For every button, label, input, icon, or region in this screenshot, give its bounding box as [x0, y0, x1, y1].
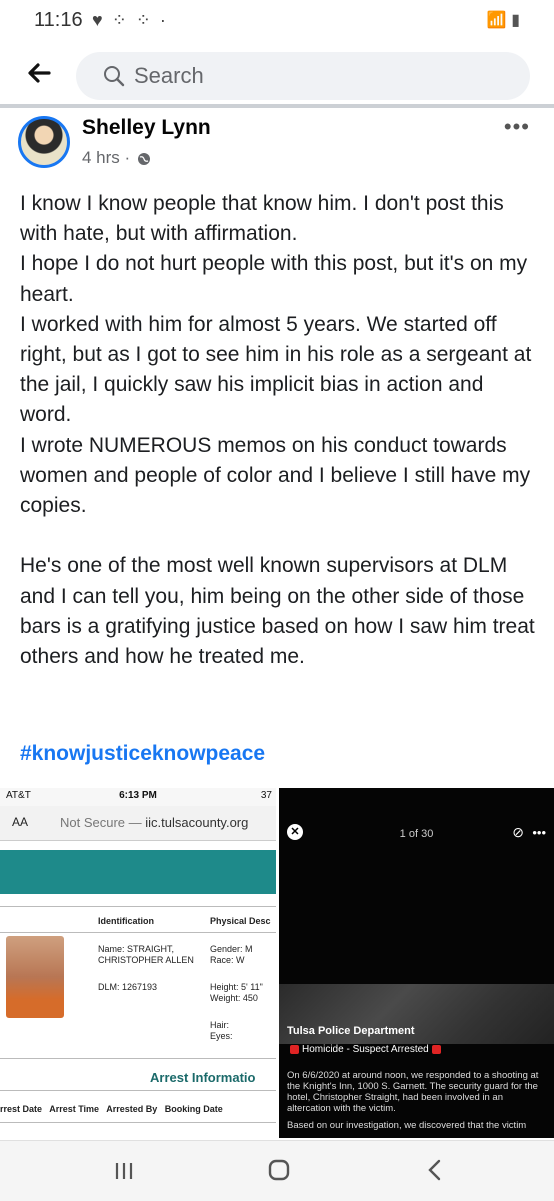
embedded-aa: AA: [12, 815, 29, 829]
police-title: Tulsa Police Department: [287, 1025, 415, 1037]
search-input[interactable]: Search: [76, 52, 530, 100]
inmate-name: Name: STRAIGHT, CHRISTOPHER ALLEN: [98, 944, 194, 965]
back-arrow-icon[interactable]: [24, 58, 54, 88]
arrest-table-headers: rrest Date Arrest Time Arrested By Booki…: [0, 1104, 223, 1114]
post-time: 4 hrs: [82, 148, 120, 167]
home-icon[interactable]: [266, 1157, 292, 1183]
post-image-police-post[interactable]: ✕ 1 of 30 ⊘ ••• Tulsa Police Department …: [279, 788, 554, 1138]
post-paragraph: I wrote NUMEROUS memos on his conduct to…: [20, 433, 531, 518]
not-secure-label: Not Secure —: [60, 815, 142, 830]
search-icon: [104, 66, 125, 87]
table-divider: [0, 932, 276, 933]
url-text: iic.tulsacounty.org: [145, 815, 249, 830]
siren-icon: [431, 1044, 441, 1054]
siren-icon: [290, 1044, 299, 1054]
police-subtitle: Homicide - Suspect Arrested: [287, 1044, 444, 1055]
table-divider: [0, 1122, 276, 1123]
subtitle-text: Homicide - Suspect Arrested: [302, 1044, 429, 1055]
col-physical: Physical Desc: [210, 916, 271, 926]
search-placeholder: Search: [134, 63, 204, 88]
embedded-time: 6:13 PM: [119, 790, 157, 801]
back-icon[interactable]: [422, 1157, 448, 1183]
table-divider: [0, 1090, 276, 1091]
hashtag-link[interactable]: #knowjusticeknowpeace: [20, 742, 265, 766]
inmate-height-weight: Height: 5' 11" Weight: 450: [210, 982, 263, 1003]
post-paragraph: I know I know people that know him. I do…: [20, 192, 504, 246]
inmate-dlm: DLM: 1267193: [98, 982, 158, 992]
embedded-teal-banner: [0, 850, 276, 894]
status-time: 11:16: [34, 9, 83, 31]
globe-icon: [137, 152, 150, 165]
notification-icons: ♥ ⁘ ⁘ ·: [92, 10, 168, 30]
tag-icon: ⊘: [512, 824, 524, 840]
police-body-continued: Based on our investigation, we discovere…: [287, 1120, 527, 1131]
embedded-url: Not Secure — iic.tulsacounty.org: [60, 815, 248, 830]
status-bar: 11:16 ♥ ⁘ ⁘ · 📶 ▮: [0, 0, 554, 44]
table-divider: [0, 906, 276, 907]
embedded-url-bar: AA Not Secure — iic.tulsacounty.org: [0, 806, 276, 841]
arrest-information-heading: Arrest Informatio: [150, 1070, 256, 1085]
table-divider: [0, 1058, 276, 1059]
more-options-icon[interactable]: •••: [504, 114, 530, 140]
mugshot-photo: [6, 936, 64, 1018]
inmate-gender-race: Gender: M Race: W: [210, 944, 253, 965]
post-paragraph: He's one of the most well known supervis…: [20, 554, 535, 669]
post-image-jail-record[interactable]: AT&T 6:13 PM 37 AA Not Secure — iic.tuls…: [0, 788, 276, 1138]
post-header: Shelley Lynn 4 hrs · •••: [0, 108, 554, 176]
post-paragraph: I worked with him for almost 5 years. We…: [20, 312, 532, 427]
embedded-status-bar: AT&T 6:13 PM 37: [0, 788, 276, 806]
col-identification: Identification: [98, 916, 154, 926]
more-icon: •••: [532, 825, 546, 840]
meta-separator: ·: [124, 148, 131, 167]
author-name[interactable]: Shelley Lynn: [82, 116, 211, 140]
post-paragraph: I hope I do not hurt people with this po…: [20, 252, 528, 306]
embedded-battery: 37: [260, 790, 272, 801]
post-text: I know I know people that know him. I do…: [20, 189, 540, 672]
recent-apps-icon[interactable]: [112, 1159, 136, 1183]
post-meta[interactable]: 4 hrs ·: [82, 148, 151, 168]
signal-battery-icons: 📶 ▮: [486, 12, 520, 29]
police-body: On 6/6/2020 at around noon, we responded…: [287, 1070, 539, 1114]
search-row: Search: [0, 44, 554, 106]
android-nav-bar: [0, 1140, 554, 1201]
avatar[interactable]: [18, 116, 70, 168]
inmate-hair-eyes: Hair: Eyes:: [210, 1020, 233, 1041]
